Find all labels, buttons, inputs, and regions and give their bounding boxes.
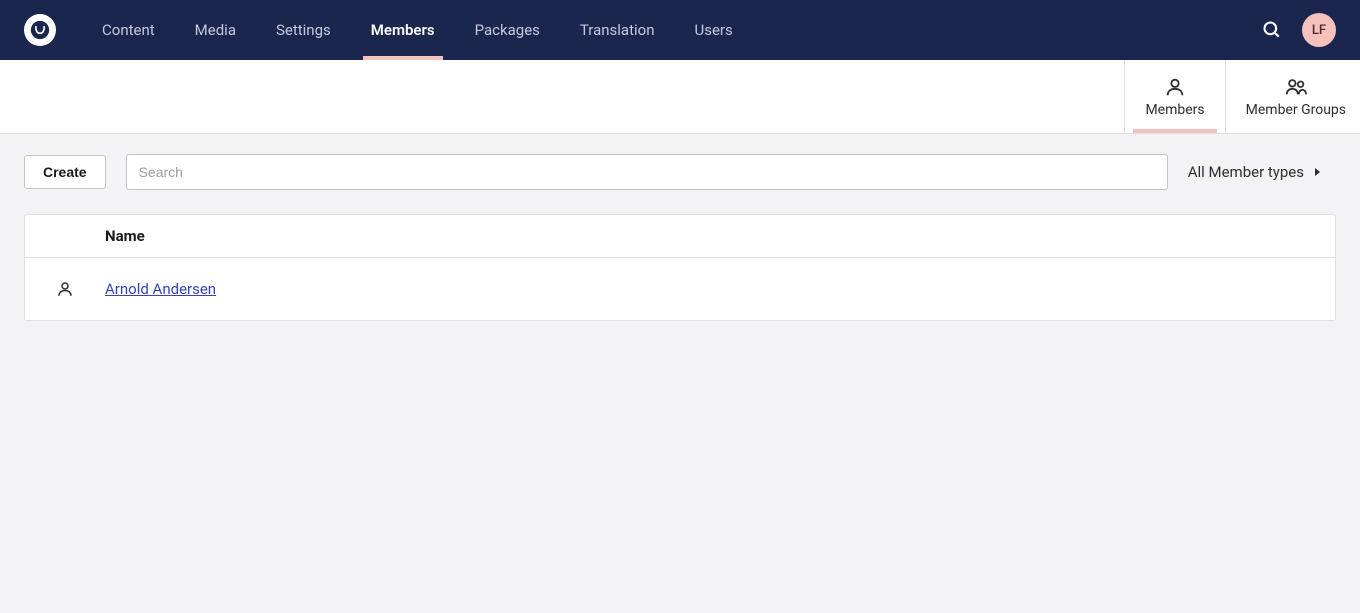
table-row[interactable]: Arnold Andersen — [25, 258, 1335, 320]
column-header-name[interactable]: Name — [25, 227, 145, 245]
person-icon — [56, 280, 74, 298]
global-search-button[interactable] — [1262, 20, 1282, 40]
subnav-members[interactable]: Members — [1124, 60, 1224, 133]
row-icon-cell — [25, 280, 105, 298]
user-avatar[interactable]: LF — [1302, 13, 1336, 47]
member-icon — [1164, 76, 1186, 98]
member-type-filter[interactable]: All Member types — [1188, 163, 1336, 181]
nav-translation[interactable]: Translation — [564, 0, 671, 60]
member-name-link[interactable]: Arnold Andersen — [105, 280, 216, 298]
sub-navigation: Members Member Groups — [0, 60, 1360, 134]
umbraco-logo-icon — [30, 20, 50, 40]
nav-members[interactable]: Members — [355, 0, 451, 60]
nav-left-section: Content Media Settings Members Packages … — [24, 0, 749, 60]
search-input[interactable] — [126, 154, 1168, 190]
filter-label: All Member types — [1188, 163, 1304, 181]
nav-settings[interactable]: Settings — [260, 0, 347, 60]
subnav-members-label: Members — [1145, 102, 1204, 118]
subnav-groups-label: Member Groups — [1246, 102, 1346, 118]
chevron-right-icon — [1314, 167, 1322, 177]
top-navigation: Content Media Settings Members Packages … — [0, 0, 1360, 60]
table-header: Name — [25, 215, 1335, 258]
umbraco-logo[interactable] — [24, 14, 56, 46]
search-icon — [1262, 20, 1282, 40]
create-button[interactable]: Create — [24, 155, 106, 189]
toolbar: Create All Member types — [24, 154, 1336, 190]
nav-media[interactable]: Media — [179, 0, 252, 60]
subnav-member-groups[interactable]: Member Groups — [1225, 60, 1360, 133]
nav-packages[interactable]: Packages — [459, 0, 556, 60]
members-table: Name Arnold Andersen — [24, 214, 1336, 321]
nav-content[interactable]: Content — [86, 0, 171, 60]
member-groups-icon — [1285, 76, 1307, 98]
nav-users[interactable]: Users — [678, 0, 748, 60]
nav-right-section: LF — [1262, 13, 1336, 47]
main-content: Create All Member types Name Arnold Ande… — [0, 134, 1360, 341]
